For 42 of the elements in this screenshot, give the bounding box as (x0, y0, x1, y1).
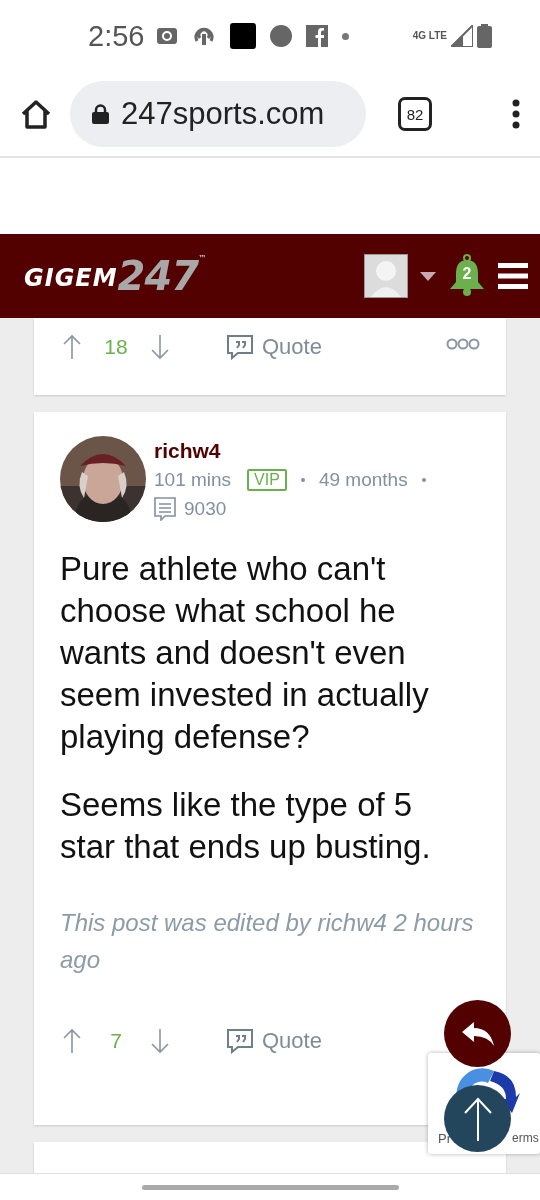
author-name[interactable]: richw4 (154, 439, 430, 463)
home-icon[interactable] (20, 99, 52, 129)
more-options-icon[interactable] (446, 338, 480, 350)
posts-icon (154, 497, 176, 521)
dropdown-caret-icon[interactable] (420, 271, 436, 281)
square-icon (230, 23, 257, 49)
downvote-icon[interactable] (150, 334, 170, 360)
upvote-icon[interactable] (62, 1028, 82, 1054)
downvote-icon[interactable] (150, 1028, 170, 1054)
quote-icon (226, 1028, 254, 1054)
post-text: Pure athlete who can't choose what school he wants and doesn't even seem invested in actually playing defense? (60, 549, 430, 757)
menu-icon[interactable] (498, 263, 528, 289)
network-type: 4G LTE (412, 31, 447, 41)
member-tenure: 49 months (318, 469, 408, 491)
post-time: 101 mins (154, 469, 232, 491)
vip-badge: VIP (247, 469, 287, 491)
post-text: Seems like the type of 5 star that ends up busting. (60, 785, 432, 867)
broadcast-icon (192, 26, 217, 46)
lock-icon (92, 104, 109, 124)
edit-note: This post was edited by richw4 2 hours ago (60, 908, 475, 975)
post-count: 9030 (184, 498, 227, 520)
quote-icon (226, 334, 254, 360)
upvote-icon[interactable] (62, 334, 82, 360)
vote-count: 7 (109, 1029, 123, 1053)
up-arrow-icon (462, 1096, 493, 1141)
signal-icon (451, 25, 473, 47)
url-text: 247sports.com (121, 96, 325, 132)
user-avatar-icon[interactable] (364, 254, 408, 298)
tab-count[interactable]: 82 (398, 97, 432, 131)
reply-icon (461, 1021, 494, 1046)
radio-icon (156, 27, 179, 45)
privacy-link[interactable]: Pr (438, 1131, 451, 1146)
vote-count: 18 (103, 335, 129, 359)
battery-icon (477, 24, 492, 48)
facebook-icon (306, 25, 329, 47)
menu-icon[interactable] (512, 99, 520, 129)
dot-icon (342, 32, 350, 40)
site-logo[interactable]: GIGEM247™ (24, 254, 207, 298)
terms-link[interactable]: erms (512, 1131, 539, 1145)
address-bar[interactable]: 247sports.com (70, 81, 366, 147)
circle-icon (270, 25, 293, 47)
status-time: 2:56 (88, 19, 145, 53)
